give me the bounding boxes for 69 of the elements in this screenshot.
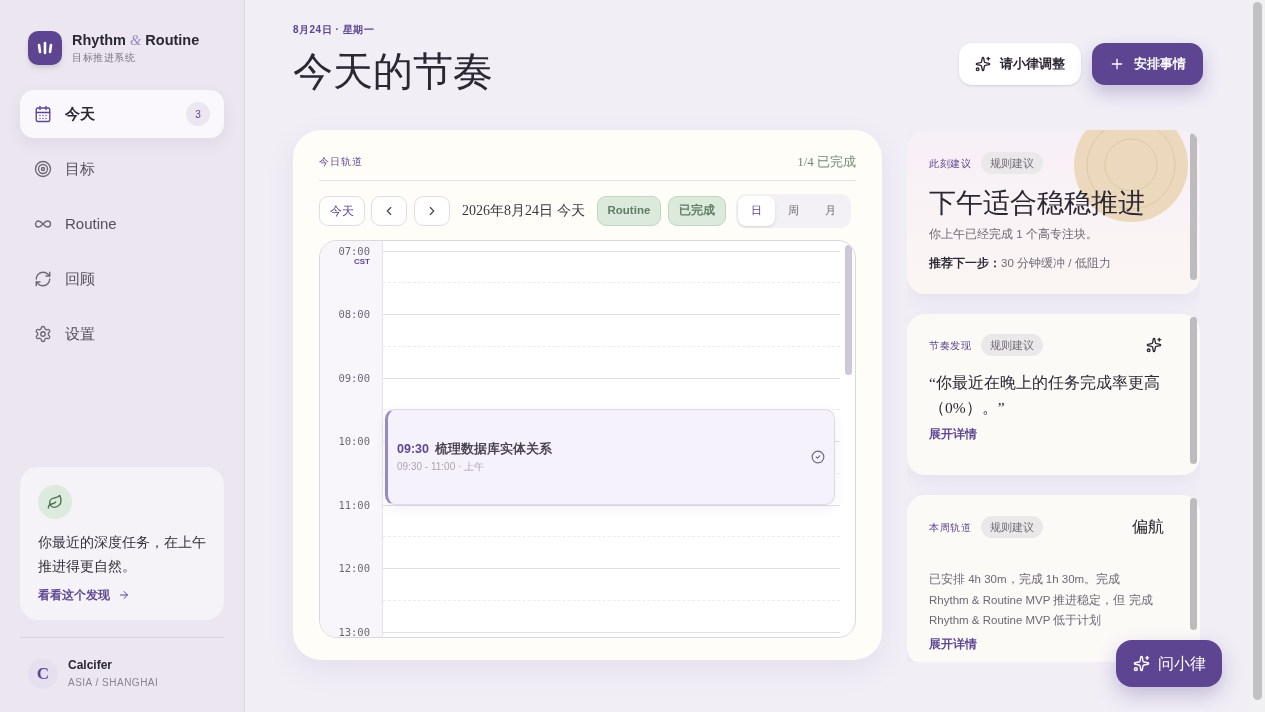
calendar-icon — [34, 105, 52, 123]
insight-link[interactable]: 看看这个发现 — [38, 586, 110, 604]
hour-label: 08:00 — [338, 308, 370, 320]
timezone-label: CST — [354, 256, 370, 267]
card-scrollbar[interactable] — [1190, 133, 1197, 280]
event-title: 09:30 梳理数据库实体关系 — [397, 441, 553, 458]
bars-icon — [36, 39, 54, 56]
card-label: 节奏发现 — [929, 338, 971, 353]
insight-text: 你最近的深度任务，在上午推进得更自然。 — [38, 533, 206, 576]
nav-item[interactable]: Routine — [20, 200, 224, 248]
view-tab[interactable]: 日 — [738, 195, 776, 226]
week-summary: 已安排 4h 30m，完成 1h 30m。完成 Rhythm & Routine MVP 推进稳定，但 完成 Rhythm & Routine MVP 低于计划 — [929, 572, 1154, 628]
count-badge: 3 — [186, 102, 210, 126]
section-title: 今日轨道 — [319, 155, 363, 170]
suggestion-headline: 下午适合稳稳推进 — [929, 187, 1146, 220]
filter-chip[interactable]: Routine — [596, 195, 662, 226]
previous-button[interactable] — [371, 195, 407, 226]
user-timezone: ASIA / SHANGHAI — [68, 676, 159, 690]
date-line: 8月24日 · 星期一 — [293, 23, 376, 37]
sparkle-icon — [1146, 337, 1162, 353]
arrow-icon[interactable] — [118, 589, 130, 602]
hour-label: 07:00 — [338, 244, 370, 257]
target-icon — [34, 160, 52, 178]
page-title: 今天的节奏 — [293, 48, 493, 96]
current-date: 2026年8月24日 今天 — [462, 202, 585, 220]
card-label: 此刻建议 — [929, 156, 971, 171]
details-link[interactable]: 展开详情 — [929, 635, 977, 653]
card-scrollbar[interactable] — [1190, 317, 1197, 464]
rule-tag: 规则建议 — [981, 516, 1043, 538]
week-status: 偏航 — [1132, 517, 1164, 537]
hour-label: 11:00 — [338, 498, 370, 511]
leaf-icon — [38, 484, 72, 519]
app-subtitle: 目标推进系统 — [72, 51, 136, 65]
view-tab[interactable]: 周 — [775, 195, 813, 226]
next-step-text: 推荐下一步：30 分钟缓冲 / 低阻力 — [929, 255, 1112, 272]
suggestion-text: 你上午已经完成 1 个高专注块。 — [929, 227, 1099, 242]
nav-item[interactable]: 回顾 — [20, 255, 224, 303]
today-button[interactable]: 今天 — [319, 195, 365, 226]
hour-label: 10:00 — [338, 435, 370, 447]
hour-label: 13:00 — [338, 625, 370, 637]
rule-tag: 规则建议 — [981, 334, 1043, 356]
card-scrollbar[interactable] — [1190, 498, 1197, 630]
nav-item[interactable]: 今天 3 — [20, 90, 224, 138]
progress-text: 1/4 已完成 — [797, 153, 856, 171]
next-button[interactable] — [414, 195, 450, 226]
user-name: Calcifer — [68, 657, 114, 674]
add-button[interactable]: 安排事情 — [1092, 43, 1203, 85]
user-avatar: C — [28, 659, 58, 689]
plus-icon — [1109, 56, 1125, 72]
details-link[interactable]: 展开详情 — [929, 426, 977, 444]
check-circle-icon[interactable] — [811, 449, 825, 464]
hour-label: 12:00 — [338, 562, 370, 574]
view-tab[interactable]: 月 — [812, 195, 850, 226]
settings-icon — [34, 325, 52, 343]
filter-chip[interactable]: 已完成 — [668, 195, 727, 226]
page-scrollbar[interactable] — [1253, 2, 1262, 700]
rule-tag: 规则建议 — [981, 152, 1043, 174]
nav-item[interactable]: 设置 — [20, 310, 224, 358]
finding-quote: “你最近在晚上的任务完成率更高（0%）。” — [929, 373, 1161, 418]
sparkle-icon — [975, 56, 991, 72]
refresh-icon — [34, 270, 52, 288]
scrollbar[interactable] — [845, 244, 852, 375]
hour-label: 09:00 — [338, 371, 370, 384]
app-name: Rhythm & Routine — [72, 31, 200, 50]
card-label: 本周轨道 — [929, 520, 971, 535]
adjust-button[interactable]: 请小律调整 — [959, 43, 1081, 85]
ask-assistant-button[interactable]: 问小律 — [1116, 640, 1222, 687]
sparkle-icon — [1132, 655, 1150, 672]
nav-item[interactable]: 目标 — [20, 145, 224, 193]
